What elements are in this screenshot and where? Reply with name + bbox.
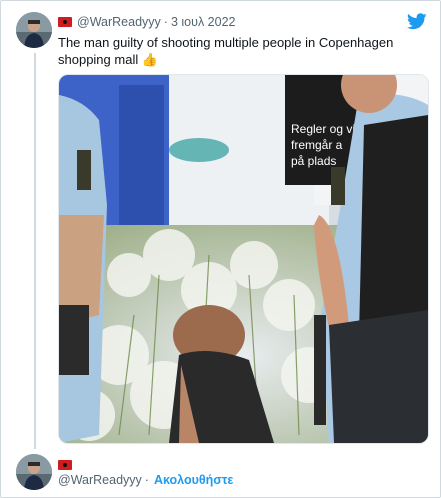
footer-handle[interactable]: @WarReadyyy [58,473,142,487]
header-separator: · [163,15,168,29]
author-handle[interactable]: @WarReadyyy [77,15,161,29]
tweet-header: @WarReadyyy · 3 ιουλ 2022 [58,14,235,30]
thread-line [34,53,36,449]
sign-line: Regler og vil [291,122,358,136]
footer-flag-icon [58,460,72,470]
country-flag-icon [58,17,72,27]
tweet-date[interactable]: 3 ιουλ 2022 [171,15,236,29]
avatar[interactable] [16,12,52,48]
follow-button[interactable]: Ακολουθήστε [154,473,233,487]
sign-line: fremgår a [291,138,343,152]
footer-separator: · [144,473,149,487]
sign-line: på plads [291,154,336,168]
tweet-body: The man guilty of shooting multiple peop… [58,35,394,67]
footer-avatar[interactable] [16,454,52,490]
tweet-text: The man guilty of shooting multiple peop… [58,34,428,68]
twitter-bird-icon[interactable] [407,13,427,30]
tweet-photo[interactable]: Regler og vil fremgår a på plads [58,74,429,444]
tweet-footer: @WarReadyyy · Ακολουθήστε [58,473,233,487]
embedded-tweet-card: @WarReadyyy · 3 ιουλ 2022 The man guilty… [0,0,441,498]
thumbs-up-emoji-icon: 👍 [141,52,159,67]
